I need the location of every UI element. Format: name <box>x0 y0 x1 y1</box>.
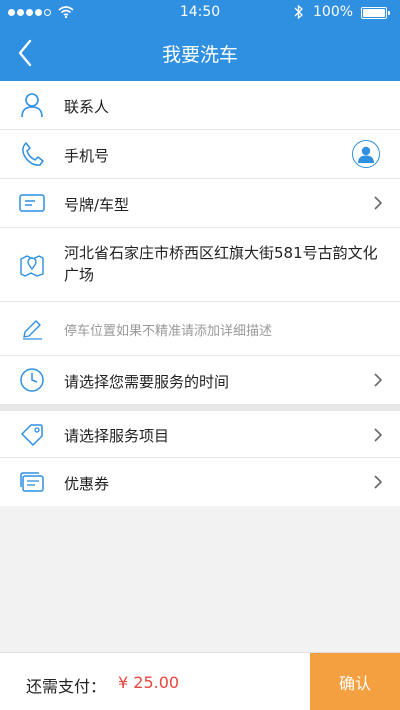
chevron-right-icon <box>374 475 383 489</box>
contact-avatar-icon <box>358 146 374 163</box>
clock-icon <box>18 366 46 394</box>
contacts-picker-button[interactable] <box>352 140 380 168</box>
pencil-icon <box>18 315 46 343</box>
address-row[interactable]: 河北省石家庄市桥西区红旗大街581号古韵文化广场 <box>0 228 400 302</box>
service-row[interactable]: 请选择服务项目 <box>0 411 400 458</box>
section-divider <box>0 404 400 411</box>
plate-label: 号牌/车型 <box>64 196 130 214</box>
confirm-button[interactable]: 确认 <box>310 653 400 710</box>
tag-icon <box>18 421 46 449</box>
order-form: 联系人 手机号 号牌/车型 河北省石家庄市桥西区红旗大街581号古韵文化广场 停… <box>0 81 400 404</box>
phone-row[interactable]: 手机号 <box>0 130 400 179</box>
chevron-right-icon <box>374 196 383 210</box>
phone-label: 手机号 <box>64 147 110 165</box>
nav-bar: 我要洗车 <box>0 26 400 81</box>
amount-due-label: 还需支付： <box>26 677 107 696</box>
coupon-label: 优惠券 <box>64 475 110 493</box>
chevron-right-icon <box>374 373 383 387</box>
plate-row[interactable]: 号牌/车型 <box>0 179 400 228</box>
parking-note-row[interactable]: 停车位置如果不精准请添加详细描述 <box>0 302 400 356</box>
contact-row[interactable]: 联系人 <box>0 81 400 130</box>
contact-label: 联系人 <box>64 98 110 116</box>
page-title: 我要洗车 <box>161 44 238 66</box>
person-icon <box>18 91 46 119</box>
coupon-icon <box>18 468 46 496</box>
phone-icon <box>18 140 46 168</box>
chevron-right-icon <box>374 428 383 442</box>
coupon-row[interactable]: 优惠券 <box>0 458 400 506</box>
bluetooth-icon <box>294 4 303 20</box>
license-plate-icon <box>18 189 46 217</box>
time-label: 请选择您需要服务的时间 <box>64 373 230 391</box>
parking-note-placeholder: 停车位置如果不精准请添加详细描述 <box>64 324 273 339</box>
battery-icon <box>361 7 390 19</box>
map-pin-icon <box>18 251 46 279</box>
battery-percent: 100% <box>313 4 354 20</box>
checkout-bar: 还需支付： ¥ 25.00 确认 <box>0 652 400 710</box>
status-bar: 14:50 100% <box>0 0 400 26</box>
amount-due-value: ¥ 25.00 <box>118 673 180 692</box>
time-row[interactable]: 请选择您需要服务的时间 <box>0 356 400 404</box>
service-section: 请选择服务项目 优惠券 <box>0 411 400 506</box>
address-text: 河北省石家庄市桥西区红旗大街581号古韵文化广场 <box>64 244 378 284</box>
service-label: 请选择服务项目 <box>64 427 170 445</box>
header: 14:50 100% 我要洗车 <box>0 0 400 81</box>
